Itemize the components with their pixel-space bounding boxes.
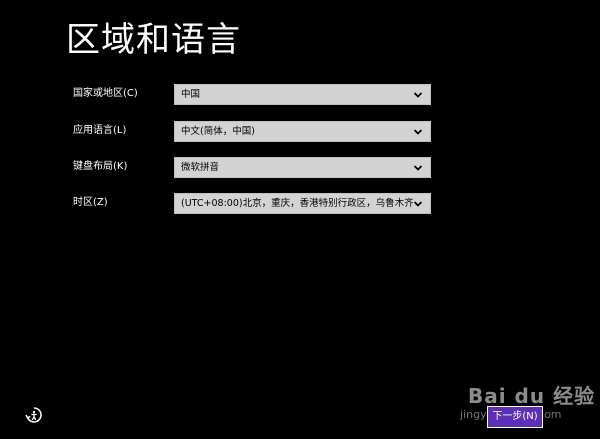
ease-of-access-icon[interactable] — [25, 406, 43, 424]
page-title: 区域和语言 — [66, 20, 241, 60]
field-row-keyboard: 键盘布局(K) 微软拼音 — [0, 157, 600, 178]
country-label: 国家或地区(C) — [73, 88, 138, 99]
timezone-select-value: (UTC+08:00)北京，重庆，香港特别行政区，乌鲁木齐 — [181, 198, 413, 209]
keyboard-layout-select[interactable]: 微软拼音 — [174, 157, 431, 178]
field-row-timezone: 时区(Z) (UTC+08:00)北京，重庆，香港特别行政区，乌鲁木齐 — [0, 193, 600, 214]
app-language-label: 应用语言(L) — [73, 125, 127, 136]
country-select-value: 中国 — [181, 89, 201, 100]
field-row-app-language: 应用语言(L) 中文(简体，中国) — [0, 121, 600, 142]
app-language-select-value: 中文(简体，中国) — [181, 126, 255, 137]
timezone-label: 时区(Z) — [73, 197, 108, 208]
watermark-brand: Bai du 经验 — [468, 384, 596, 408]
chevron-down-icon — [413, 127, 423, 137]
chevron-down-icon — [413, 163, 423, 173]
timezone-select[interactable]: (UTC+08:00)北京，重庆，香港特别行政区，乌鲁木齐 — [174, 193, 431, 214]
field-row-country: 国家或地区(C) 中国 — [0, 84, 600, 105]
chevron-down-icon — [413, 199, 423, 209]
app-language-select[interactable]: 中文(简体，中国) — [174, 121, 431, 142]
chevron-down-icon — [413, 90, 423, 100]
keyboard-layout-select-value: 微软拼音 — [181, 162, 220, 173]
country-select[interactable]: 中国 — [174, 84, 431, 105]
keyboard-layout-label: 键盘布局(K) — [73, 161, 128, 172]
next-button[interactable]: 下一步(N) — [487, 406, 543, 428]
